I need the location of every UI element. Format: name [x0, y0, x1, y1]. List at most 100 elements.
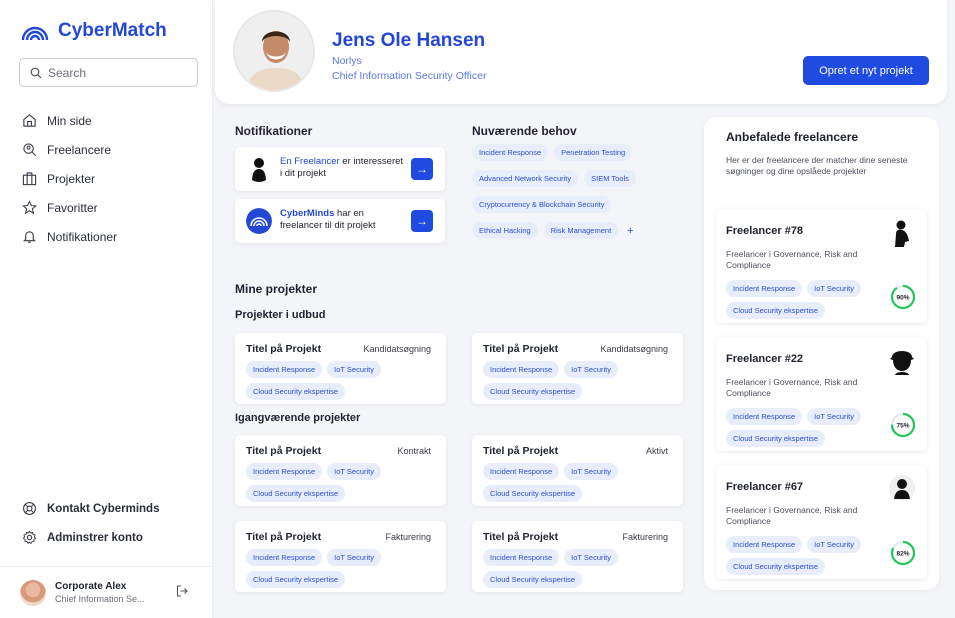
gear-icon: [22, 530, 37, 545]
user-name: Corporate Alex: [55, 581, 127, 592]
user-info: Corporate Alex Chief Information Se...: [55, 581, 145, 604]
arrow-right-icon[interactable]: →: [411, 158, 433, 180]
logo[interactable]: CyberMatch: [20, 20, 167, 42]
project-tag: Cloud Security ekspertise: [246, 571, 346, 588]
match-score: 82%: [890, 540, 916, 566]
freelancer-card[interactable]: Freelancer #22 Freelancer i Governance, …: [716, 337, 927, 451]
notification-card[interactable]: En Freelancer er interesseret i dit proj…: [235, 147, 445, 191]
active-projects-title: Igangværende projekter: [235, 412, 361, 424]
project-tag: Incident Response: [483, 463, 560, 480]
home-icon: [23, 114, 36, 127]
freelancer-tag: Incident Response: [726, 536, 803, 553]
project-card[interactable]: Titel på Projekt Fakturering Incident Re…: [235, 521, 446, 592]
project-tag: IoT Security: [564, 549, 619, 566]
arrow-right-icon[interactable]: →: [411, 210, 433, 232]
svg-text:90%: 90%: [896, 294, 909, 301]
profile-header: Jens Ole Hansen Norlys Chief Information…: [215, 0, 947, 104]
sidebar-item-label: Freelancere: [47, 142, 112, 157]
project-tag: IoT Security: [327, 361, 382, 378]
project-card[interactable]: Titel på Projekt Kandidatsøgning Inciden…: [472, 333, 683, 404]
project-tag: Incident Response: [246, 361, 323, 378]
sidebar-item-favoritter[interactable]: Favoritter: [22, 193, 117, 222]
freelancer-tag: IoT Security: [807, 536, 862, 553]
freelancer-description: Freelancer i Governance, Risk and Compli…: [726, 377, 858, 398]
project-card[interactable]: Titel på Projekt Aktivt Incident Respons…: [472, 435, 683, 506]
project-status: Kandidatsøgning: [363, 344, 431, 354]
add-need-button[interactable]: +: [627, 225, 633, 237]
recommended-description: Her er der freelancere der matcher dine …: [726, 155, 908, 176]
project-title: Titel på Projekt: [246, 531, 322, 543]
svg-text:82%: 82%: [896, 550, 909, 557]
user-role: Chief Information Se...: [55, 594, 145, 604]
sidebar-item-freelancere[interactable]: Freelancere: [22, 135, 117, 164]
briefcase-icon: [22, 172, 37, 186]
needs-tags: Incident Response Penetration Testing Ad…: [472, 144, 672, 248]
project-status: Fakturering: [622, 532, 668, 542]
projects-title: Mine projekter: [235, 282, 318, 296]
freelancer-name: Freelancer #22: [726, 353, 804, 365]
search-placeholder: Search: [48, 65, 87, 80]
sidebar-item-projekter[interactable]: Projekter: [22, 164, 117, 193]
sidebar-nav: Min side Freelancere Projekter Favoritte…: [22, 106, 117, 251]
notification-link[interactable]: CyberMinds: [280, 208, 334, 219]
notification-link[interactable]: En Freelancer: [280, 156, 340, 167]
need-tag[interactable]: Cryptocurrency & Blockchain Security: [472, 196, 612, 213]
project-card[interactable]: Titel på Projekt Kandidatsøgning Inciden…: [235, 333, 446, 404]
freelancer-tag: IoT Security: [807, 408, 862, 425]
project-tag: IoT Security: [564, 361, 619, 378]
freelancer-tag: Incident Response: [726, 408, 803, 425]
need-tag[interactable]: SIEM Tools: [584, 170, 636, 187]
project-tag: IoT Security: [564, 463, 619, 480]
project-title: Titel på Projekt: [483, 531, 559, 543]
profile-name: Jens Ole Hansen: [332, 30, 486, 51]
freelancer-card[interactable]: Freelancer #67 Freelancer i Governance, …: [716, 465, 927, 579]
need-tag[interactable]: Incident Response: [472, 144, 549, 161]
need-tag[interactable]: Penetration Testing: [554, 144, 633, 161]
freelancer-tag: Cloud Security ekspertise: [726, 430, 826, 447]
need-tag[interactable]: Risk Management: [543, 222, 619, 239]
sidebar-item-konto[interactable]: Adminstrer konto: [22, 523, 159, 552]
sidebar-item-label: Kontakt Cyberminds: [47, 502, 160, 515]
project-card[interactable]: Titel på Projekt Fakturering Incident Re…: [472, 521, 683, 592]
logout-icon[interactable]: [176, 585, 188, 597]
person-silhouette-icon: [889, 475, 915, 501]
sidebar-item-notifikationer[interactable]: Notifikationer: [22, 222, 117, 251]
profile-photo: [233, 10, 315, 92]
support-icon: [23, 502, 36, 515]
svg-text:75%: 75%: [896, 422, 909, 429]
profile-company: Norlys: [332, 55, 362, 67]
project-tag: Incident Response: [246, 549, 323, 566]
project-status: Kandidatsøgning: [600, 344, 668, 354]
search-person-icon: [23, 143, 36, 156]
project-title: Titel på Projekt: [246, 445, 322, 457]
create-project-button[interactable]: Opret et nyt projekt: [803, 56, 929, 85]
freelancer-card[interactable]: Freelancer #78 Freelancer i Governance, …: [716, 209, 927, 323]
bell-icon: [22, 231, 37, 243]
project-title: Titel på Projekt: [483, 445, 559, 457]
project-status: Fakturering: [385, 532, 431, 542]
need-tag[interactable]: Ethical Hacking: [472, 222, 538, 239]
star-icon: [22, 200, 37, 215]
person-silhouette-icon: [252, 158, 266, 182]
notification-text: CyberMinds har en freelancer til dit pro…: [280, 208, 405, 232]
project-tag: Incident Response: [246, 463, 323, 480]
project-status: Kontrakt: [397, 446, 431, 456]
project-tag: IoT Security: [327, 463, 382, 480]
search-icon: [30, 67, 42, 78]
recommended-title: Anbefalede freelancere: [726, 130, 859, 144]
sidebar-item-kontakt[interactable]: Kontakt Cyberminds: [22, 494, 159, 523]
notification-card[interactable]: CyberMinds har en freelancer til dit pro…: [235, 199, 445, 243]
search-input[interactable]: Search: [19, 58, 198, 87]
project-tag: Cloud Security ekspertise: [483, 485, 583, 502]
need-tag[interactable]: Advanced Network Security: [472, 170, 579, 187]
project-status: Aktivt: [645, 446, 668, 456]
cyberminds-logo-icon: [246, 208, 272, 234]
project-card[interactable]: Titel på Projekt Kontrakt Incident Respo…: [235, 435, 446, 506]
freelancer-tag: IoT Security: [807, 280, 862, 297]
tender-projects-title: Projekter i udbud: [235, 309, 326, 321]
avatar: [20, 579, 46, 606]
current-user[interactable]: Corporate Alex Chief Information Se...: [0, 566, 213, 618]
sidebar-item-label: Adminstrer konto: [47, 531, 143, 544]
sidebar-item-label: Favoritter: [47, 200, 98, 215]
sidebar-item-min-side[interactable]: Min side: [22, 106, 117, 135]
